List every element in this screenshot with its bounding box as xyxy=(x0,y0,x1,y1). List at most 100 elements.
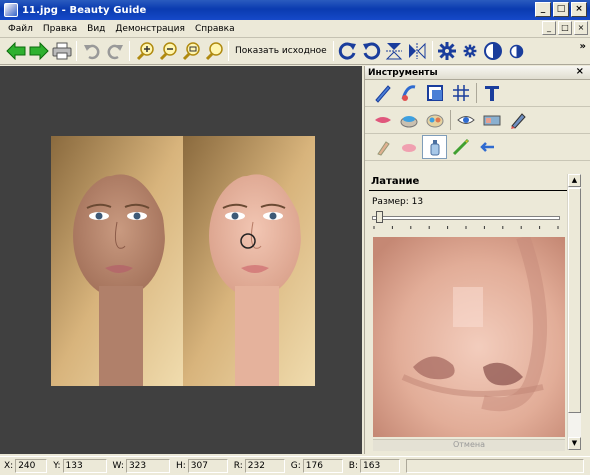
scroll-down-icon[interactable]: ▼ xyxy=(568,437,581,450)
tools-scrollbar[interactable]: ▲ ▼ xyxy=(567,174,581,450)
size-slider[interactable] xyxy=(372,209,562,231)
tools-panel-title: Инструменты xyxy=(368,67,438,78)
rotate-cw-icon[interactable] xyxy=(337,40,360,63)
tools-panel-close-icon[interactable]: × xyxy=(576,66,584,77)
toolbar-separator xyxy=(431,41,433,61)
tool-row-3 xyxy=(365,134,590,161)
menu-demo[interactable]: Демонстрация xyxy=(110,24,190,34)
size-slider-thumb[interactable] xyxy=(376,211,383,223)
tools-panel: Инструменты × Латание Размер: 13 Отмена … xyxy=(364,66,590,454)
redo-icon[interactable] xyxy=(103,40,126,63)
flip-horizontal-icon[interactable] xyxy=(406,40,429,63)
window-title: 11.jpg - Beauty Guide xyxy=(22,4,147,16)
toolbar: Показать исходное » xyxy=(0,38,590,65)
toolbar-overflow-chevron[interactable]: » xyxy=(580,41,586,52)
cancel-button[interactable]: Отмена xyxy=(373,439,565,451)
menu-bar: Файл Правка Вид Демонстрация Справка _ □… xyxy=(0,20,590,38)
menu-view[interactable]: Вид xyxy=(82,24,110,34)
status-w-value: 323 xyxy=(125,459,170,473)
toolbar-separator xyxy=(76,41,77,61)
status-w: W: 323 xyxy=(109,459,170,474)
gear-large-icon[interactable] xyxy=(436,40,459,63)
status-h-label: H: xyxy=(175,461,186,471)
text-icon[interactable] xyxy=(479,81,504,105)
flip-vertical-icon[interactable] xyxy=(383,40,406,63)
rotate-ccw-icon[interactable] xyxy=(360,40,383,63)
bottle-icon[interactable] xyxy=(422,135,447,159)
foundation-icon[interactable] xyxy=(396,108,421,132)
status-g-value: 176 xyxy=(302,459,343,473)
lips-icon[interactable] xyxy=(370,108,395,132)
zoom-actual-icon[interactable] xyxy=(202,40,225,63)
zoom-in-icon[interactable] xyxy=(133,40,156,63)
toolbar-separator xyxy=(228,41,229,61)
title-bar: 11.jpg - Beauty Guide _ □ × xyxy=(0,0,590,20)
zoom-fit-icon[interactable] xyxy=(179,40,202,63)
status-x: X: 240 xyxy=(0,459,48,474)
undo-icon[interactable] xyxy=(80,40,103,63)
arrow-right-green-icon[interactable] xyxy=(27,40,50,63)
eyeshadow-icon[interactable] xyxy=(422,108,447,132)
gear-small-icon[interactable] xyxy=(459,40,482,63)
status-b-value: 163 xyxy=(360,459,401,473)
tools-panel-header: Инструменты × xyxy=(365,66,590,80)
status-r: R: 232 xyxy=(230,459,285,474)
contrast-small-icon[interactable] xyxy=(505,40,528,63)
app-icon xyxy=(4,3,18,17)
status-bar: X: 240 Y: 133 W: 323 H: 307 R: 232 G: 17… xyxy=(0,456,590,475)
status-y-value: 133 xyxy=(62,459,107,473)
status-b-label: B: xyxy=(348,461,359,471)
hair-color-icon[interactable] xyxy=(448,135,473,159)
print-icon[interactable] xyxy=(50,40,73,63)
blush-palette-icon[interactable] xyxy=(479,108,504,132)
menu-edit[interactable]: Правка xyxy=(38,24,82,34)
show-original-button[interactable]: Показать исходное xyxy=(232,46,330,56)
status-h: H: 307 xyxy=(172,459,228,474)
before-after-photo[interactable] xyxy=(51,136,315,386)
size-label: Размер: 13 xyxy=(372,197,424,207)
toolbar-separator xyxy=(332,41,334,61)
status-x-label: X: xyxy=(4,461,14,471)
doc-minimize-button[interactable]: _ xyxy=(542,21,556,35)
menu-file[interactable]: Файл xyxy=(0,24,38,34)
tool-row-1 xyxy=(365,80,590,107)
size-slider-track xyxy=(372,216,560,220)
healing-icon[interactable] xyxy=(396,81,421,105)
status-b: B: 163 xyxy=(345,459,401,474)
status-r-value: 232 xyxy=(244,459,285,473)
status-progress-bar xyxy=(406,459,585,473)
toolbar-separator xyxy=(129,41,130,61)
status-progress xyxy=(402,459,585,474)
scroll-thumb[interactable] xyxy=(568,188,581,413)
status-g-label: G: xyxy=(290,461,301,471)
eye-icon[interactable] xyxy=(453,108,478,132)
status-h-value: 307 xyxy=(187,459,228,473)
image-canvas[interactable] xyxy=(0,66,362,454)
doc-close-button[interactable]: × xyxy=(574,21,588,35)
minimize-button[interactable]: _ xyxy=(535,2,551,17)
status-y-label: Y: xyxy=(53,461,61,471)
contrast-large-icon[interactable] xyxy=(482,40,505,63)
scroll-up-icon[interactable]: ▲ xyxy=(568,174,581,187)
tool-separator xyxy=(476,83,477,103)
status-x-value: 240 xyxy=(15,459,48,473)
close-button[interactable]: × xyxy=(571,2,587,17)
crop-icon[interactable] xyxy=(422,81,447,105)
status-g: G: 176 xyxy=(287,459,343,474)
lip-gloss-icon[interactable] xyxy=(396,135,421,159)
zoom-preview[interactable] xyxy=(373,237,565,437)
status-y: Y: 133 xyxy=(49,459,107,474)
size-slider-ticks xyxy=(373,226,559,229)
active-tool-title: Латание xyxy=(369,173,573,191)
grid-icon[interactable] xyxy=(448,81,473,105)
lip-liner-icon[interactable] xyxy=(370,135,395,159)
smudge-icon[interactable] xyxy=(474,135,499,159)
arrow-left-green-icon[interactable] xyxy=(4,40,27,63)
zoom-out-icon[interactable] xyxy=(156,40,179,63)
tool-row-2 xyxy=(365,107,590,134)
brush-icon[interactable] xyxy=(370,81,395,105)
pencil-icon[interactable] xyxy=(505,108,530,132)
menu-help[interactable]: Справка xyxy=(190,24,240,34)
maximize-button[interactable]: □ xyxy=(553,2,569,17)
doc-restore-button[interactable]: □ xyxy=(558,21,572,35)
